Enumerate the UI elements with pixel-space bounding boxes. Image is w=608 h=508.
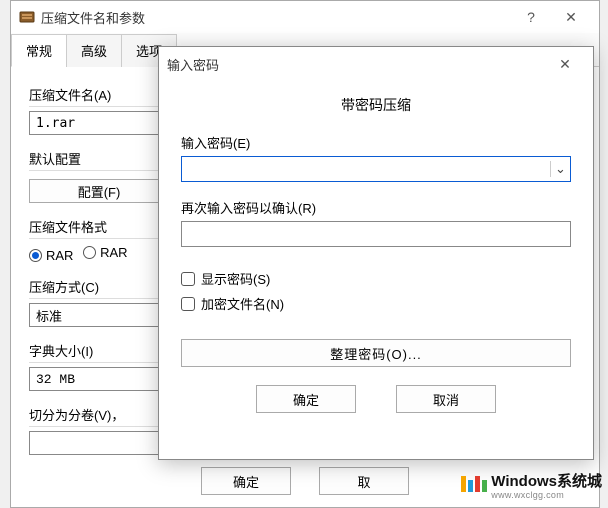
split-input[interactable] [29,431,169,455]
overlay-cancel-button[interactable]: 取消 [396,385,496,413]
help-button[interactable]: ? [511,3,551,31]
organize-passwords-button[interactable]: 整理密码(O)... [181,339,571,367]
radio-dot-icon [83,246,96,259]
method-combo[interactable]: 标准 [29,303,169,327]
filename-input[interactable]: 1.rar [29,111,169,135]
overlay-footer: 确定 取消 [181,385,571,413]
password-label: 输入密码(E) [181,133,571,152]
radio-dot-icon [29,249,42,262]
main-cancel-button[interactable]: 取 [319,467,409,495]
watermark-url: www.wxclgg.com [491,491,602,500]
overlay-body: 带密码压缩 输入密码(E) ⌄ 再次输入密码以确认(R) 显示密码(S) 加密文… [159,81,593,429]
app-icon [19,9,35,25]
radio-rar[interactable]: RAR [29,248,73,263]
main-titlebar: 压缩文件名和参数 ? ✕ [11,1,599,33]
chevron-down-icon[interactable]: ⌄ [550,161,570,177]
encrypt-names-checkbox[interactable]: 加密文件名(N) [181,294,571,313]
watermark-brand: Windows系统城 [491,473,602,490]
close-button[interactable]: ✕ [551,3,591,31]
overlay-close-button[interactable]: ✕ [545,50,585,78]
confirm-label: 再次输入密码以确认(R) [181,198,571,217]
overlay-section-title: 带密码压缩 [181,95,571,115]
tab-advanced[interactable]: 高级 [66,34,122,67]
checkbox-icon [181,297,195,311]
password-field[interactable] [182,157,550,181]
overlay-titlebar: 输入密码 ✕ [159,47,593,81]
profile-button[interactable]: 配置(F) [29,179,169,203]
watermark: Windows系统城 www.wxclgg.com [461,470,602,500]
tab-general[interactable]: 常规 [11,34,67,67]
main-ok-button[interactable]: 确定 [201,467,291,495]
radio-rar5[interactable]: RAR [83,245,127,260]
password-input[interactable]: ⌄ [181,156,571,182]
checkbox-icon [181,272,195,286]
confirm-password-input[interactable] [181,221,571,247]
watermark-logo-icon [461,476,489,495]
dict-combo[interactable]: 32 MB [29,367,169,391]
main-title: 压缩文件名和参数 [41,8,511,27]
show-password-checkbox[interactable]: 显示密码(S) [181,269,571,288]
password-dialog: 输入密码 ✕ 带密码压缩 输入密码(E) ⌄ 再次输入密码以确认(R) 显示密码… [158,46,594,460]
overlay-title: 输入密码 [167,55,545,74]
overlay-ok-button[interactable]: 确定 [256,385,356,413]
